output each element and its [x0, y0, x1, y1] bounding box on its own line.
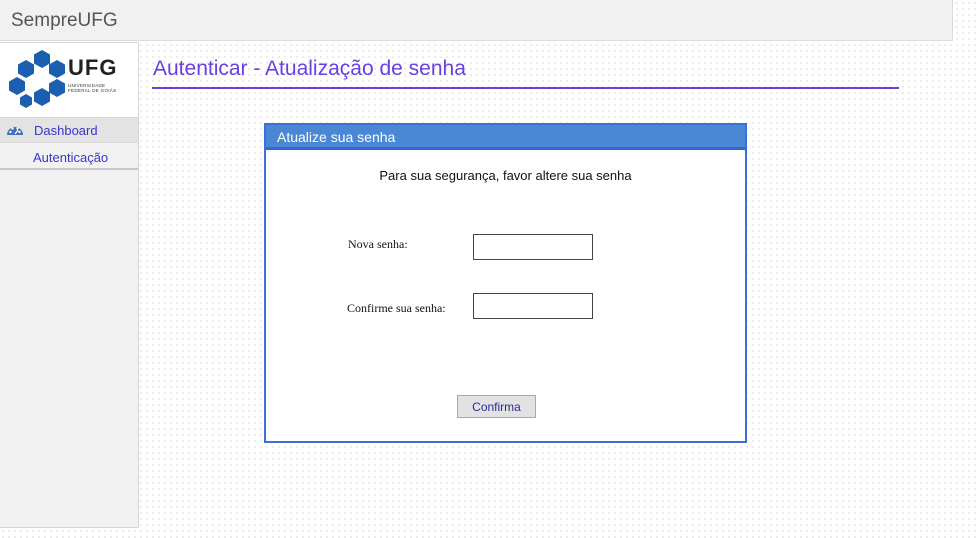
password-update-panel: Atualize sua senha Para sua segurança, f…	[264, 123, 747, 443]
app-title: SempreUFG	[11, 10, 118, 31]
confirm-button[interactable]: Confirma	[457, 395, 536, 418]
panel-header-title: Atualize sua senha	[277, 129, 396, 145]
confirm-password-input[interactable]	[473, 293, 593, 319]
logo-name: UFG	[68, 55, 118, 80]
new-password-input[interactable]	[473, 234, 593, 260]
sidebar-item-autenticacao-label: Autenticação	[33, 150, 109, 165]
ufg-hexagons-logo-icon	[9, 50, 65, 108]
top-bar: SempreUFG	[0, 0, 953, 41]
new-password-label: Nova senha:	[348, 237, 408, 251]
panel-header: Atualize sua senha	[266, 125, 745, 150]
dashboard-icon	[7, 127, 23, 135]
sidebar-item-autenticacao[interactable]: Autenticação	[0, 144, 138, 170]
logo-subtitle-line2: FEDERAL DE GOIÁS	[68, 88, 117, 93]
page-title: Autenticar - Atualização de senha	[153, 57, 466, 80]
title-divider	[152, 87, 899, 89]
security-message: Para sua segurança, favor altere sua sen…	[379, 168, 632, 183]
sidebar-item-dashboard-label: Dashboard	[34, 123, 98, 138]
logo-subtitle: UNIVERSIDADE FEDERAL DE GOIÁS	[68, 83, 128, 93]
sidebar: UFG UNIVERSIDADE FEDERAL DE GOIÁS Dashbo…	[0, 42, 139, 528]
ufg-logo: UFG UNIVERSIDADE FEDERAL DE GOIÁS	[0, 43, 138, 117]
confirm-password-label: Confirme sua senha:	[347, 301, 446, 315]
sidebar-item-dashboard[interactable]: Dashboard	[0, 117, 138, 143]
